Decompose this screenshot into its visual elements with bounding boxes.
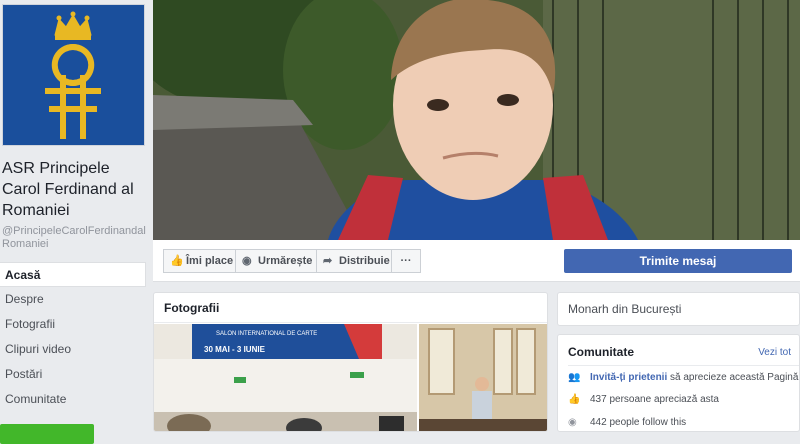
nav-item-posts[interactable]: Postări: [0, 362, 146, 387]
community-card: Comunitate Vezi tot 👥 Invită-ți prietenii…: [557, 334, 800, 432]
share-button[interactable]: ➦ Distribuie: [316, 249, 392, 273]
invite-text: să aprecieze această Pagină: [667, 372, 799, 383]
see-all-link[interactable]: Vezi tot: [758, 347, 791, 358]
community-title: Comunitate: [568, 345, 634, 359]
page-nav: Acasă Despre Fotografii Clipuri video Po…: [0, 262, 146, 412]
nav-item-about[interactable]: Despre: [0, 287, 146, 312]
page-handle[interactable]: @PrincipeleCarolFerdinandalRomaniei: [2, 225, 148, 251]
thumbs-up-icon: 👍: [170, 255, 184, 267]
left-column: ASR Principele Carol Ferdinand al Romani…: [0, 0, 150, 444]
share-label: Distribuie: [339, 255, 390, 267]
invite-row: 👥 Invită-ți prietenii să aprecieze aceast…: [568, 372, 798, 383]
divider: [568, 365, 799, 366]
likes-row: 👍 437 persoane apreciază asta: [568, 394, 719, 405]
cover-photo[interactable]: [153, 0, 800, 240]
send-message-button[interactable]: Trimite mesaj: [564, 249, 792, 273]
like-button[interactable]: 👍 Îmi place: [163, 249, 236, 273]
more-button[interactable]: ···: [391, 249, 421, 273]
banner-dates: 30 MAI - 3 IUNIE: [204, 345, 266, 354]
page-category: Monarh din București: [557, 292, 800, 326]
create-page-button[interactable]: [0, 424, 94, 444]
follow-label: Urmărește: [258, 255, 313, 267]
nav-item-community[interactable]: Comunitate: [0, 387, 146, 412]
nav-item-photos[interactable]: Fotografii: [0, 312, 146, 337]
nav-item-home[interactable]: Acasă: [0, 262, 146, 287]
photo-thumbnail[interactable]: SALON INTERNATIONAL DE CARTE 30 MAI - 3 …: [154, 324, 417, 431]
like-label: Îmi place: [186, 255, 234, 267]
follows-count: 442 people follow this: [590, 417, 687, 428]
share-arrow-icon: ➦: [323, 255, 333, 267]
banner-text: SALON INTERNATIONAL DE CARTE: [216, 331, 317, 337]
photo-thumbnail[interactable]: [419, 324, 547, 431]
more-icon: ···: [400, 255, 412, 267]
rss-small-icon: ◉: [568, 417, 577, 428]
page-title[interactable]: ASR Principele Carol Ferdinand al Romani…: [2, 158, 148, 221]
page-action-bar: 👍 Îmi place ◉ Urmărește ➦ Distribuie ···…: [153, 240, 800, 282]
invite-link[interactable]: Invită-ți prietenii: [590, 372, 667, 383]
follow-button[interactable]: ◉ Urmărește: [235, 249, 317, 273]
people-icon: 👥: [568, 372, 581, 383]
photos-title[interactable]: Fotografii: [154, 293, 547, 323]
profile-logo[interactable]: [2, 4, 145, 146]
photos-card: Fotografii SALON INTERNATIONAL DE CARTE …: [153, 292, 548, 432]
nav-item-videos[interactable]: Clipuri video: [0, 337, 146, 362]
thumbs-up-small-icon: 👍: [568, 394, 581, 405]
likes-count: 437 persoane apreciază asta: [590, 394, 719, 405]
rss-icon: ◉: [242, 255, 252, 267]
follows-row: ◉ 442 people follow this: [568, 417, 686, 428]
